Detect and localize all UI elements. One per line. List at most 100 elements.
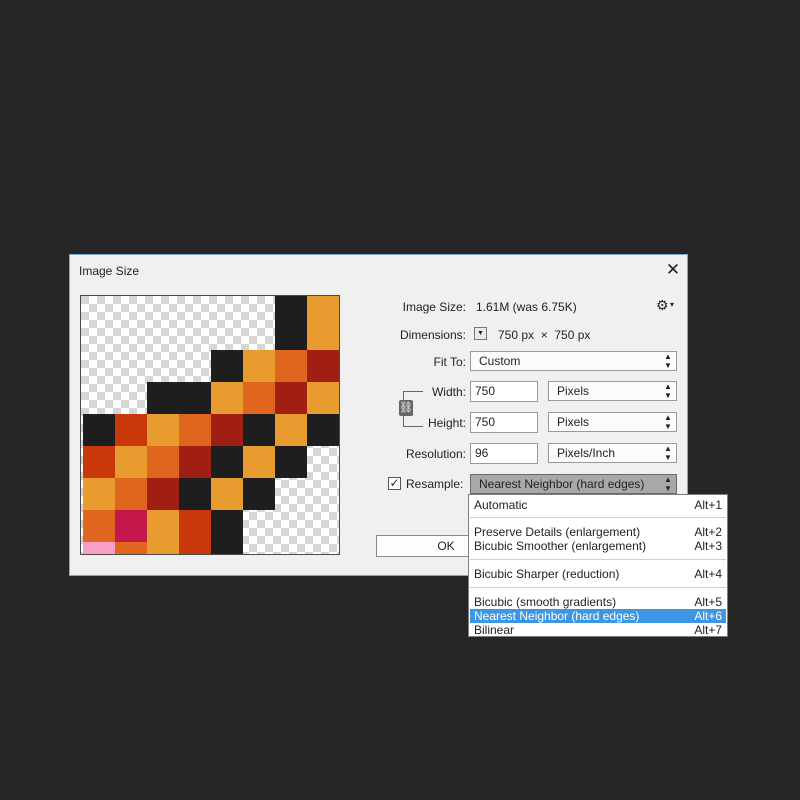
menu-item-label: Bilinear — [474, 623, 515, 637]
menu-item-label: Bicubic Smoother (enlargement) — [474, 539, 647, 553]
menu-separator — [470, 587, 726, 588]
preview-pixel-cell — [211, 542, 243, 554]
resample-value: Nearest Neighbor (hard edges) — [479, 477, 645, 491]
menu-item-shortcut: Alt+1 — [694, 498, 722, 512]
preview-pixel-cell — [243, 446, 275, 478]
menu-item-label: Nearest Neighbor (hard edges) — [474, 609, 640, 623]
menu-item-shortcut: Alt+6 — [694, 609, 722, 623]
preview-pixel-cell — [211, 350, 243, 382]
menu-item-bilinear[interactable]: Bilinear Alt+7 — [470, 623, 726, 637]
preview-pixel-cell — [243, 414, 275, 446]
menu-item-bicubic[interactable]: Bicubic (smooth gradients) Alt+5 — [470, 595, 726, 609]
height-unit-select[interactable]: Pixels ▲ ▼ — [548, 412, 677, 432]
select-arrows-icon: ▲ ▼ — [664, 413, 672, 431]
fit-to-value: Custom — [479, 354, 521, 368]
menu-item-label: Automatic — [474, 498, 528, 512]
checkmark-icon: ✓ — [389, 476, 400, 490]
image-preview[interactable] — [80, 295, 340, 555]
menu-item-shortcut: Alt+2 — [694, 525, 722, 539]
preview-pixel-cell — [307, 296, 339, 318]
preview-pixel-cell — [147, 382, 179, 414]
resolution-label: Resolution: — [405, 447, 466, 461]
preview-canvas — [81, 296, 339, 554]
preview-pixel-cell — [179, 382, 211, 414]
select-arrows-icon: ▲ ▼ — [664, 352, 672, 370]
height-label: Height: — [427, 416, 466, 430]
resample-dropdown-menu: Automatic Alt+1 Preserve Details (enlarg… — [468, 494, 728, 637]
dimensions-label: Dimensions: — [399, 328, 466, 342]
preview-pixel-cell — [211, 510, 243, 542]
menu-item-label: Bicubic Sharper (reduction) — [474, 567, 620, 581]
width-input[interactable]: 750 — [470, 381, 538, 402]
preview-pixel-cell — [115, 542, 147, 554]
preview-pixel-cell — [179, 478, 211, 510]
preview-pixel-cell — [211, 446, 243, 478]
menu-item-automatic[interactable]: Automatic Alt+1 — [470, 498, 726, 512]
preview-pixel-cell — [275, 318, 307, 350]
preview-pixel-cell — [211, 478, 243, 510]
menu-item-shortcut: Alt+7 — [694, 623, 722, 637]
menu-item-bicubic-sharper[interactable]: Bicubic Sharper (reduction) Alt+4 — [470, 567, 726, 581]
menu-item-shortcut: Alt+3 — [694, 539, 722, 553]
resolution-unit-value: Pixels/Inch — [557, 446, 616, 460]
preview-pixel-cell — [243, 350, 275, 382]
preview-pixel-cell — [275, 414, 307, 446]
menu-item-preserve-details[interactable]: Preserve Details (enlargement) Alt+2 — [470, 525, 726, 539]
resolution-unit-select[interactable]: Pixels/Inch ▲ ▼ — [548, 443, 677, 463]
preview-pixel-cell — [83, 446, 115, 478]
menu-item-label: Bicubic (smooth gradients) — [474, 595, 617, 609]
gear-icon[interactable]: ⚙ — [656, 297, 669, 314]
dimensions-value: 750 px × 750 px — [498, 328, 591, 342]
preview-pixel-cell — [147, 510, 179, 542]
preview-pixel-cell — [307, 382, 339, 414]
preview-pixel-cell — [83, 478, 115, 510]
preview-pixel-cell — [243, 478, 275, 510]
fit-to-label: Fit To: — [433, 355, 466, 369]
preview-pixel-cell — [307, 414, 339, 446]
select-arrows-icon: ▲ ▼ — [664, 444, 672, 462]
preview-pixel-cell — [115, 478, 147, 510]
menu-item-bicubic-smoother[interactable]: Bicubic Smoother (enlargement) Alt+3 — [470, 539, 726, 553]
resample-checkbox[interactable]: ✓ — [388, 477, 401, 490]
constrain-proportions-link-icon[interactable]: ⛓ — [399, 400, 413, 416]
menu-item-shortcut: Alt+5 — [694, 595, 722, 609]
gear-chevron-icon[interactable]: ▾ — [670, 300, 674, 309]
preview-pixel-cell — [115, 510, 147, 542]
preview-pixel-cell — [147, 446, 179, 478]
preview-pixel-cell — [147, 478, 179, 510]
height-input[interactable]: 750 — [470, 412, 538, 433]
preview-pixel-cell — [307, 350, 339, 382]
select-arrows-icon: ▲ ▼ — [664, 475, 672, 493]
image-size-label: Image Size: — [402, 300, 466, 314]
preview-pixel-cell — [83, 510, 115, 542]
preview-pixel-cell — [147, 542, 179, 554]
dimensions-unit-toggle-icon[interactable]: ▼ — [474, 327, 487, 340]
preview-pixel-cell — [179, 510, 211, 542]
resample-select[interactable]: Nearest Neighbor (hard edges) ▲ ▼ — [470, 474, 677, 494]
resolution-input[interactable]: 96 — [470, 443, 538, 464]
width-unit-value: Pixels — [557, 384, 590, 398]
preview-pixel-cell — [115, 446, 147, 478]
preview-pixel-cell — [275, 350, 307, 382]
resample-label: Resample: — [406, 477, 464, 491]
close-icon[interactable]: ✕ — [662, 260, 684, 280]
preview-pixel-cell — [211, 382, 243, 414]
preview-pixel-cell — [307, 318, 339, 350]
preview-pixel-cell — [83, 414, 115, 446]
preview-pixel-cell — [275, 446, 307, 478]
menu-item-nearest-neighbor[interactable]: Nearest Neighbor (hard edges) Alt+6 — [470, 609, 726, 623]
preview-pixel-cell — [83, 542, 115, 554]
fit-to-select[interactable]: Custom ▲ ▼ — [470, 351, 677, 371]
preview-pixel-cell — [275, 382, 307, 414]
preview-pixel-cell — [179, 414, 211, 446]
preview-pixel-cell — [179, 542, 211, 554]
menu-separator — [470, 559, 726, 560]
preview-pixel-cell — [243, 382, 275, 414]
menu-item-shortcut: Alt+4 — [694, 567, 722, 581]
menu-item-label: Preserve Details (enlargement) — [474, 525, 641, 539]
dialog-title: Image Size — [79, 264, 140, 278]
height-unit-value: Pixels — [557, 415, 590, 429]
image-size-value: 1.61M (was 6.75K) — [476, 300, 577, 314]
width-unit-select[interactable]: Pixels ▲ ▼ — [548, 381, 677, 401]
preview-pixel-cell — [147, 414, 179, 446]
